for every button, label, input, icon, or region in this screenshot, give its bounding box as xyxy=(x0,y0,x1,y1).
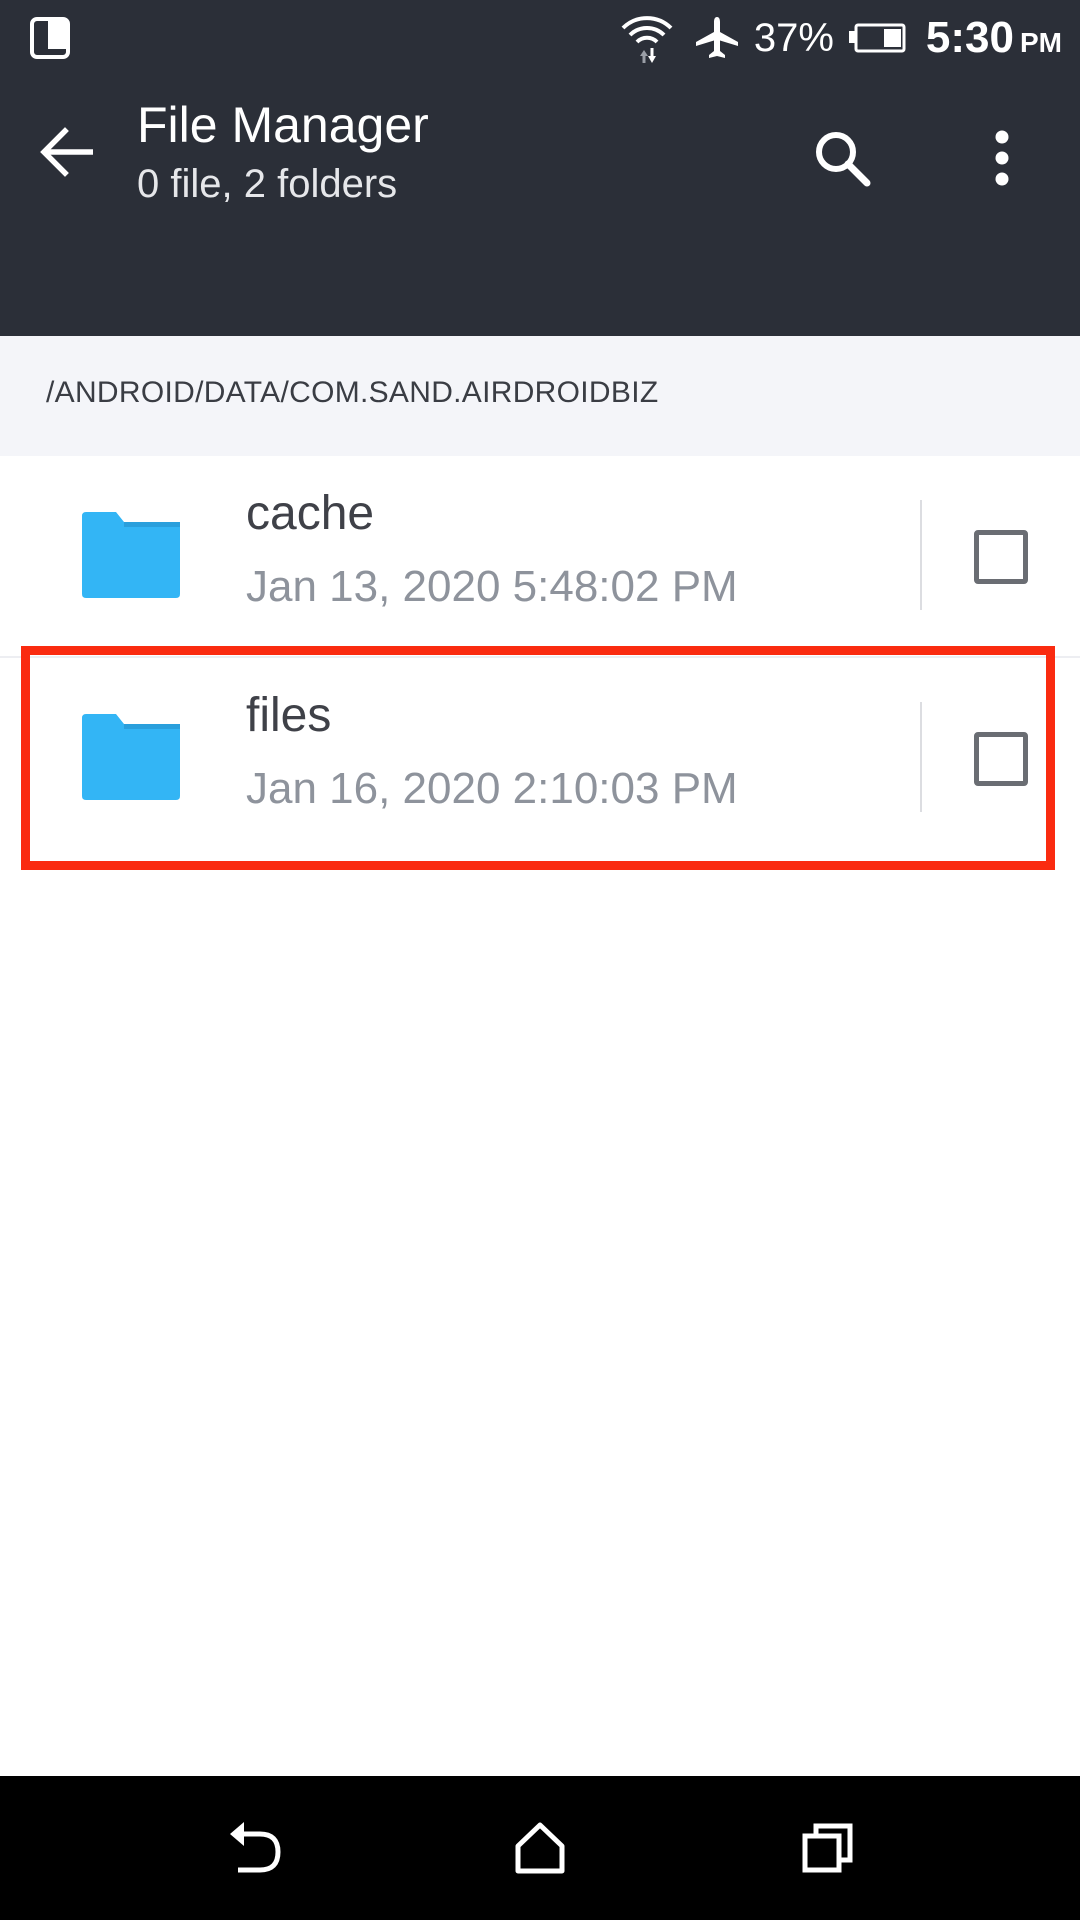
back-button[interactable] xyxy=(30,114,106,190)
battery-icon xyxy=(848,23,906,53)
item-date: Jan 13, 2020 5:48:02 PM xyxy=(246,562,738,611)
page-title: File Manager xyxy=(137,97,429,153)
breadcrumb-path[interactable]: /ANDROID/DATA/COM.SAND.AIRDROIDBIZ xyxy=(46,376,658,410)
app-bar: File Manager 0 file, 2 folders RITES INT… xyxy=(0,76,1080,412)
wifi-icon xyxy=(621,16,673,63)
battery-percent: 37% xyxy=(753,15,834,60)
more-options-button[interactable] xyxy=(962,116,1042,200)
back-arrow-icon xyxy=(40,127,93,177)
screen: 37% 5:30 PM File Manager 0 file, 2 folde… xyxy=(0,0,1080,1920)
nav-back-icon xyxy=(230,1822,281,1873)
list-item-files[interactable]: files Jan 16, 2020 2:10:03 PM xyxy=(0,656,1080,856)
search-icon xyxy=(816,132,871,187)
folder-icon xyxy=(82,714,180,800)
breadcrumb: /ANDROID/DATA/COM.SAND.AIRDROIDBIZ xyxy=(0,336,1080,456)
airplane-mode-icon xyxy=(695,17,738,58)
nav-home-button[interactable] xyxy=(498,1806,582,1890)
status-right: 37% 5:30 PM xyxy=(620,0,1062,76)
more-vert-icon xyxy=(995,130,1009,186)
status-bar: 37% 5:30 PM xyxy=(0,0,1080,76)
list-item-cache[interactable]: cache Jan 13, 2020 5:48:02 PM xyxy=(0,456,1080,656)
clock: 5:30 xyxy=(925,13,1014,62)
item-name: cache xyxy=(246,487,375,540)
device-icon xyxy=(30,17,70,59)
item-date: Jan 16, 2020 2:10:03 PM xyxy=(246,764,738,813)
item-name: files xyxy=(246,689,332,742)
item-divider xyxy=(920,500,922,610)
nav-recents-icon xyxy=(802,1823,853,1873)
nav-recents-button[interactable] xyxy=(786,1806,870,1890)
search-button[interactable] xyxy=(800,116,884,200)
clock-ampm: PM xyxy=(1020,27,1062,58)
nav-back-button[interactable] xyxy=(212,1806,296,1890)
select-checkbox-files[interactable] xyxy=(974,732,1028,786)
nav-home-icon xyxy=(515,1822,565,1874)
folder-count: 0 file, 2 folders xyxy=(137,162,398,206)
folder-icon xyxy=(82,512,180,598)
file-list: cache Jan 13, 2020 5:48:02 PM files Jan … xyxy=(0,456,1080,856)
navigation-bar xyxy=(0,1776,1080,1920)
select-checkbox-cache[interactable] xyxy=(974,530,1028,584)
item-divider xyxy=(920,702,922,812)
